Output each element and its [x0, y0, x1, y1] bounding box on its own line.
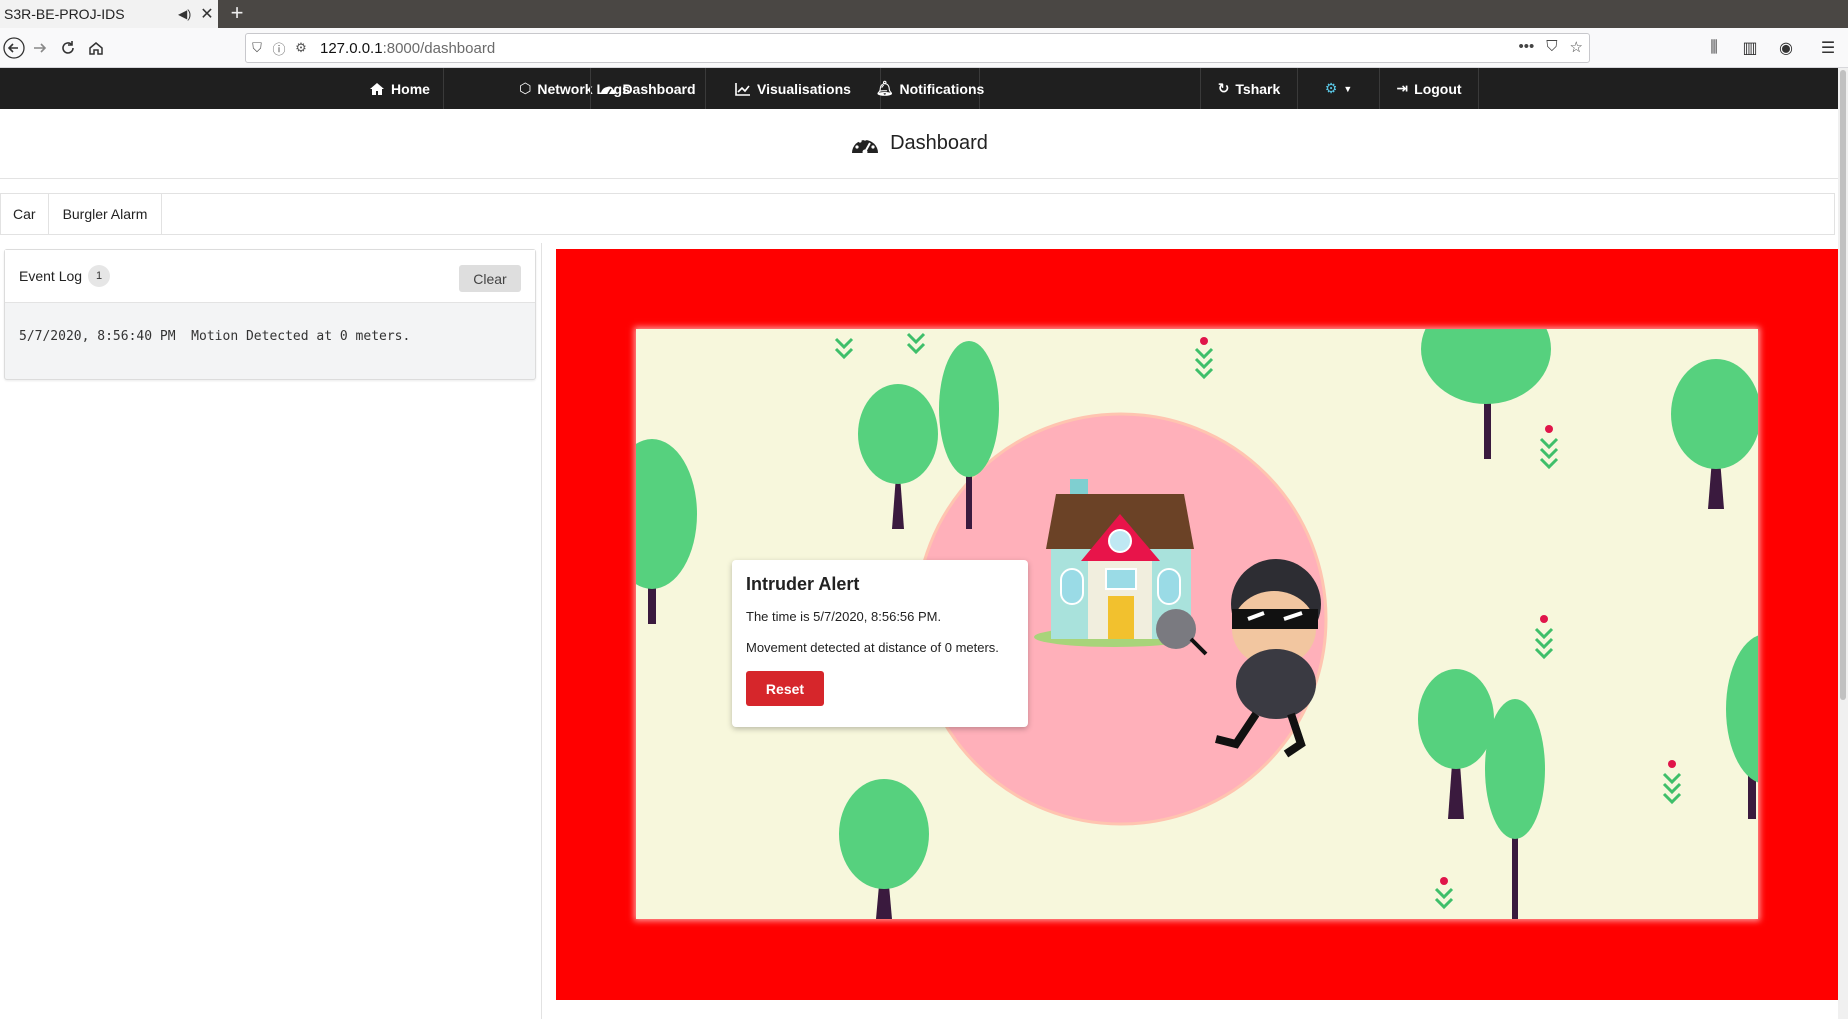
nav-notifications[interactable]: 🔔︎ Notifications [876, 68, 984, 109]
event-log-header: Event Log 1 Clear [5, 250, 535, 303]
dashboard-icon [601, 86, 616, 94]
page-scrollbar[interactable] [1838, 68, 1848, 1019]
tab-burgler-alarm[interactable]: Burgler Alarm [49, 194, 163, 234]
event-log-entry: 5/7/2020, 8:56:40 PM Motion Detected at … [19, 329, 411, 344]
home-icon [370, 82, 385, 95]
url-host: 127.0.0.1 [320, 39, 383, 57]
intruder-alert-dialog: Intruder Alert The time is 5/7/2020, 8:5… [732, 560, 1028, 727]
browser-toolbar: ⛉ ⓘ ⚙ 127.0.0.1:8000/dashboard ••• ⛉ ☆ ⫼… [0, 28, 1848, 68]
permissions-icon[interactable]: ⚙ [290, 40, 312, 56]
reset-button[interactable]: Reset [746, 671, 824, 706]
refresh-icon: ↻ [1217, 80, 1230, 96]
info-icon[interactable]: ⓘ [268, 39, 290, 58]
alert-title: Intruder Alert [746, 574, 860, 594]
speaker-icon[interactable]: ◀) [178, 7, 196, 21]
clear-button[interactable]: Clear [459, 265, 521, 292]
nav-tshark-label: Tshark [1235, 80, 1281, 97]
menu-icon[interactable]: ☰ [1808, 34, 1848, 62]
nav-home-label: Home [391, 80, 430, 97]
caret-down-icon: ▼ [1343, 83, 1353, 94]
event-count-badge: 1 [88, 265, 111, 287]
new-tab-button[interactable]: + [224, 0, 250, 28]
browser-right-icons: ⫼ ▥ ◉ ☰ [1700, 34, 1848, 62]
pocket-icon[interactable]: ⛉ [1546, 38, 1557, 56]
event-log-title: Event Log [19, 268, 83, 284]
event-log-card: Event Log 1 Clear 5/7/2020, 8:56:40 PM M… [4, 249, 536, 380]
left-pane: Event Log 1 Clear 5/7/2020, 8:56:40 PM M… [0, 243, 542, 1019]
nav-dashboard-label: Dashboard [622, 80, 696, 97]
reload-icon[interactable] [54, 34, 82, 62]
account-icon[interactable]: ◉ [1772, 34, 1800, 62]
bell-icon: 🔔︎ [875, 80, 894, 96]
url-bar[interactable]: ⛉ ⓘ ⚙ 127.0.0.1:8000/dashboard ••• ⛉ ☆ [245, 33, 1590, 63]
browser-tab[interactable]: S3R-BE-PROJ-IDS ◀) ✕ [0, 0, 218, 28]
tab-title: S3R-BE-PROJ-IDS [4, 6, 125, 22]
logout-icon: ⇥ [1396, 80, 1409, 96]
home-icon[interactable] [82, 34, 110, 62]
nav-notifications-label: Notifications [899, 80, 985, 97]
nav-logout[interactable]: ⇥ Logout [1380, 68, 1479, 109]
page-title: Dashboard [890, 132, 988, 154]
nav-logout-label: Logout [1414, 80, 1462, 97]
site-navbar: Home ⬡ Network Logs Dashboard Visualisat… [0, 68, 1838, 109]
nav-dashboard[interactable]: Dashboard [590, 68, 706, 109]
nav-visualisations-label: Visualisations [757, 80, 851, 97]
sidebar-icon[interactable]: ▥ [1736, 34, 1764, 62]
shield-icon[interactable]: ⛉ [246, 40, 268, 56]
nav-settings-dropdown[interactable]: ⚙ ▼ [1298, 68, 1380, 109]
chart-icon [735, 82, 751, 96]
forward-icon[interactable] [26, 34, 54, 62]
device-tabs: Car Burgler Alarm [0, 193, 1835, 235]
page-header: Dashboard [0, 109, 1838, 179]
alert-time-text: The time is 5/7/2020, 8:56:56 PM. [746, 609, 942, 624]
nav-tshark[interactable]: ↻ Tshark [1200, 68, 1298, 109]
network-icon: ⬡ [519, 80, 532, 96]
browser-tab-bar: S3R-BE-PROJ-IDS ◀) ✕ + [0, 0, 1848, 28]
alert-movement-text: Movement detected at distance of 0 meter… [746, 640, 999, 655]
more-actions-icon[interactable]: ••• [1519, 38, 1535, 56]
url-path: :8000/dashboard [382, 39, 496, 57]
tree-icon [636, 439, 697, 624]
gear-icon: ⚙ [1324, 80, 1338, 96]
tab-car[interactable]: Car [1, 194, 49, 234]
library-icon[interactable]: ⫼ [1700, 34, 1728, 62]
close-icon[interactable]: ✕ [196, 4, 218, 24]
nav-home[interactable]: Home [356, 68, 444, 109]
tachometer-icon [852, 136, 879, 154]
bookmark-star-icon[interactable]: ☆ [1570, 38, 1583, 56]
back-icon[interactable] [0, 34, 28, 62]
nav-visualisations[interactable]: Visualisations [706, 68, 881, 109]
scrollbar-thumb[interactable] [1840, 70, 1846, 700]
